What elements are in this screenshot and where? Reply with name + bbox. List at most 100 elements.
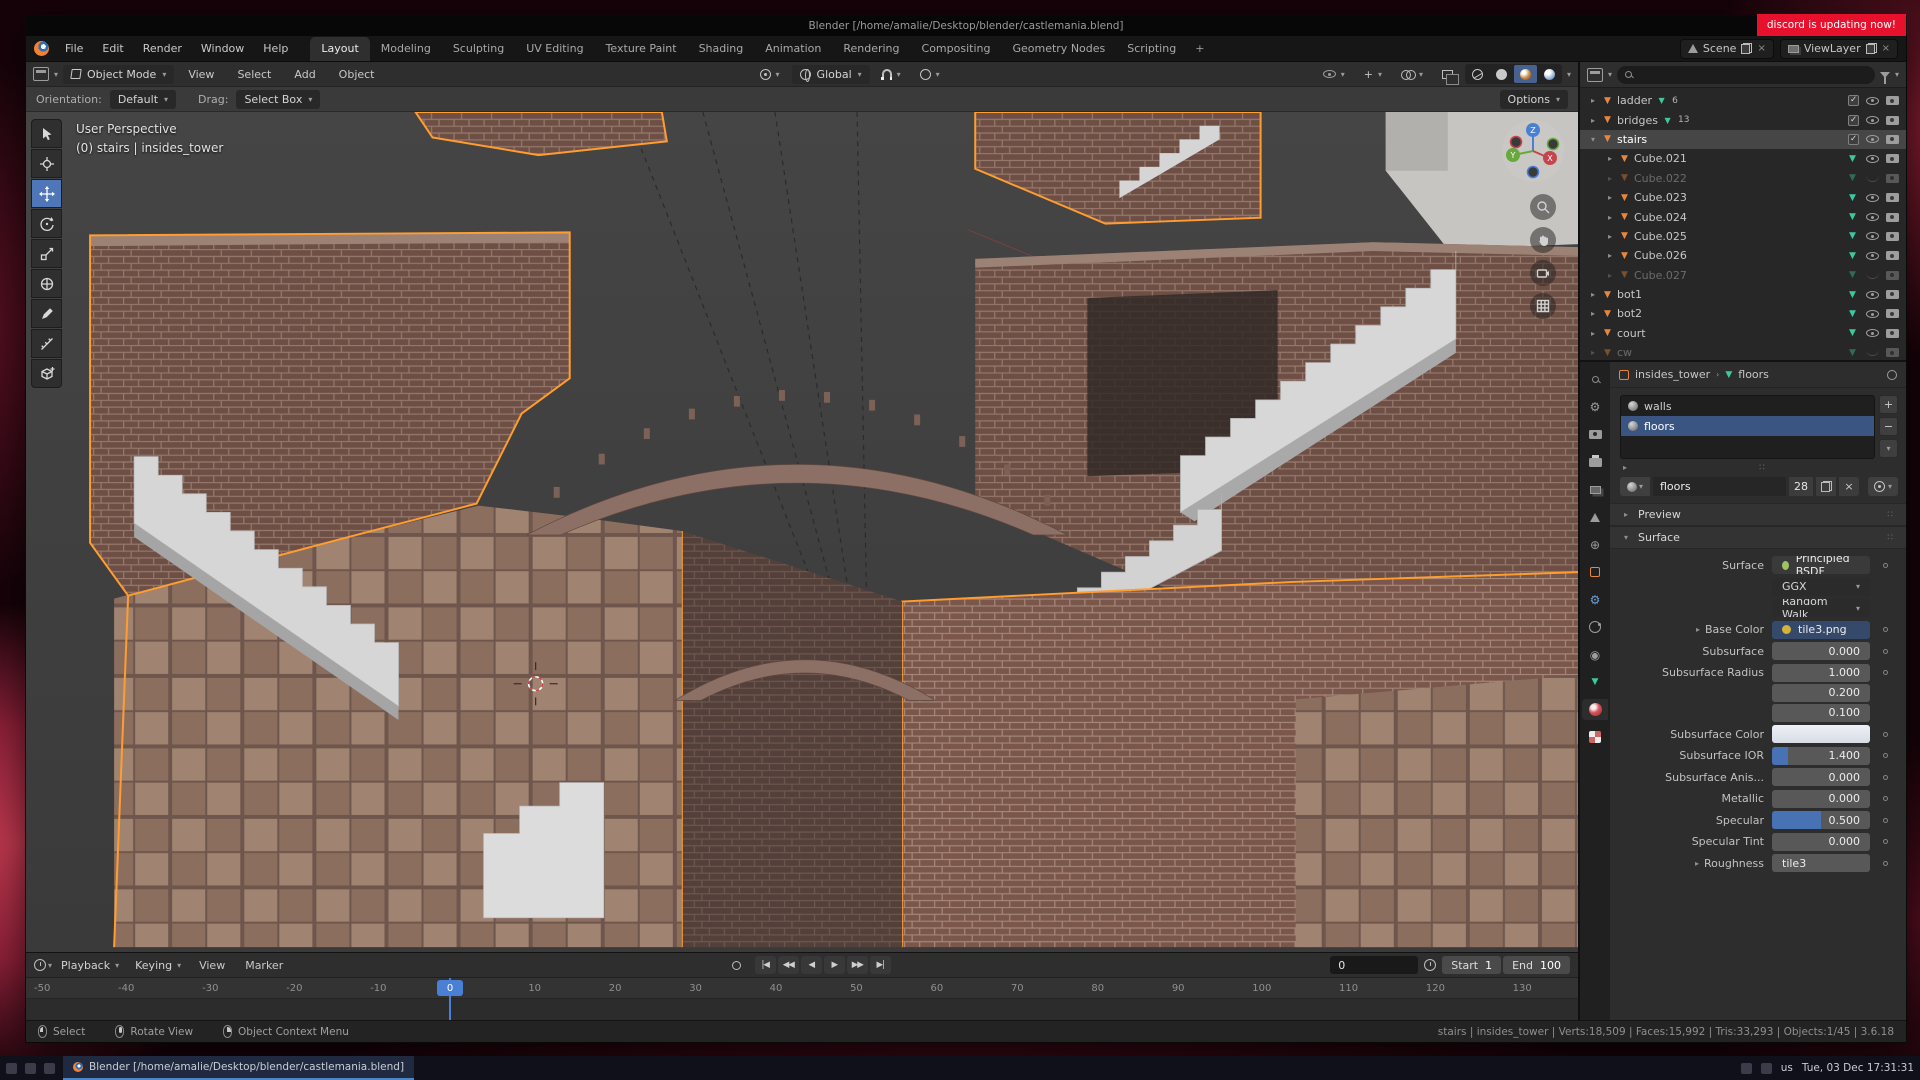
drag-setting-dropdown[interactable]: Select Box▾	[236, 90, 320, 109]
decorator-dot[interactable]	[1883, 839, 1888, 844]
object-visibility-button[interactable]: ▾	[1316, 65, 1352, 84]
workspace-tab-texture-paint[interactable]: Texture Paint	[595, 37, 688, 61]
outliner-row-bridges[interactable]: ▸ ▼ bridges ▼ 13 ✓	[1580, 110, 1906, 129]
decorator-dot[interactable]	[1883, 563, 1888, 568]
tool-annotate[interactable]	[31, 299, 62, 328]
remove-viewlayer-icon[interactable]: ×	[1882, 43, 1890, 54]
outliner-row-cw[interactable]: ▸ ▼ cw ▼	[1580, 343, 1906, 360]
timeline-view-menu[interactable]: View	[190, 955, 234, 976]
disable-render-icon[interactable]	[1886, 251, 1899, 260]
window-titlebar[interactable]: Blender [/home/amalie/Desktop/blender/ca…	[26, 16, 1906, 36]
pin-icon[interactable]	[1887, 370, 1897, 380]
disclosure-icon[interactable]: ▸	[1605, 174, 1615, 183]
breadcrumb-object[interactable]: insides_tower	[1635, 368, 1710, 381]
keying-menu[interactable]: Keying▾	[128, 956, 188, 975]
hide-eye-icon[interactable]	[1866, 97, 1879, 105]
camera-view-button[interactable]	[1530, 260, 1556, 286]
disclosure-icon[interactable]: ▸	[1605, 213, 1615, 222]
tool-select-box[interactable]	[31, 119, 62, 148]
tab-constraint-properties[interactable]: ◉	[1582, 644, 1608, 665]
material-users-button[interactable]: 28	[1789, 477, 1813, 496]
workspace-tab-animation[interactable]: Animation	[754, 37, 832, 61]
workspace-tab-sculpting[interactable]: Sculpting	[442, 37, 515, 61]
taskbar-app-icon[interactable]	[44, 1063, 55, 1074]
breadcrumb-data[interactable]: floors	[1738, 368, 1769, 381]
shader-button[interactable]: Principled BSDF	[1772, 556, 1870, 574]
workspace-tab-scripting[interactable]: Scripting	[1116, 37, 1187, 61]
outliner-row-cube021[interactable]: ▸ ▼ Cube.021 ▼	[1580, 149, 1906, 168]
hide-eye-icon[interactable]	[1866, 116, 1879, 124]
tab-material-properties[interactable]	[1582, 699, 1608, 720]
disable-render-icon[interactable]	[1886, 329, 1899, 338]
snap-button[interactable]: ▾	[875, 65, 908, 84]
disclosure-icon[interactable]: ▸	[1588, 290, 1598, 299]
hide-eye-closed-icon[interactable]	[1866, 272, 1879, 279]
workspace-tab-geometry-nodes[interactable]: Geometry Nodes	[1001, 37, 1116, 61]
disclosure-icon[interactable]: ▸	[1588, 329, 1598, 338]
disable-render-icon[interactable]	[1886, 309, 1899, 318]
timeline-editor-chevron-icon[interactable]: ▾	[48, 961, 52, 970]
workspace-tab-compositing[interactable]: Compositing	[911, 37, 1002, 61]
previous-keyframe-button[interactable]: ◀◀	[778, 956, 799, 974]
jump-to-end-button[interactable]: ▶|	[870, 956, 891, 974]
transform-orientation-dropdown[interactable]: Global ▾	[792, 65, 870, 84]
shading-dropdown-icon[interactable]: ▾	[1567, 70, 1571, 79]
show-gizmo-button[interactable]: +▾	[1357, 65, 1389, 84]
gizmo-z-axis[interactable]: Z	[1530, 126, 1536, 135]
viewport-canvas[interactable]: User Perspective (0) stairs | insides_to…	[26, 112, 1578, 952]
pan-button[interactable]	[1530, 227, 1556, 253]
shading-solid-button[interactable]	[1490, 65, 1513, 83]
specular-slider[interactable]: 0.500	[1772, 811, 1870, 829]
decorator-dot[interactable]	[1883, 649, 1888, 654]
menu-window[interactable]: Window	[192, 38, 253, 59]
properties-search-tab[interactable]	[1582, 369, 1608, 390]
base-color-texture-field[interactable]: tile3.png	[1772, 621, 1870, 639]
metallic-slider[interactable]: 0.000	[1772, 790, 1870, 808]
hide-eye-icon[interactable]	[1866, 155, 1879, 163]
editor-type-chevron-icon[interactable]: ▾	[54, 70, 58, 79]
disclosure-icon[interactable]: ▸	[1588, 348, 1598, 357]
tool-measure[interactable]	[31, 329, 62, 358]
gizmo-y-axis[interactable]: Y	[1510, 151, 1516, 160]
tool-rotate[interactable]	[31, 209, 62, 238]
subsurface-ior-slider[interactable]: 1.400	[1772, 747, 1870, 765]
decorator-dot[interactable]	[1883, 818, 1888, 823]
sss-method-dropdown[interactable]: Random Walk▾	[1772, 599, 1870, 617]
viewport-menu-select[interactable]: Select	[228, 64, 280, 85]
new-viewlayer-icon[interactable]	[1866, 43, 1877, 54]
frame-end-field[interactable]: End100	[1503, 956, 1570, 974]
outliner-row-cube026[interactable]: ▸ ▼ Cube.026 ▼	[1580, 246, 1906, 265]
tool-add-cube[interactable]	[31, 359, 62, 388]
disclosure-icon[interactable]: ▸	[1588, 96, 1598, 105]
navigation-gizmo[interactable]: Z Y X	[1500, 118, 1566, 184]
tab-modifier-properties[interactable]: ⚙	[1582, 589, 1608, 610]
timeline-marker-menu[interactable]: Marker	[236, 955, 292, 976]
subsurface-anisotropy-slider[interactable]: 0.000	[1772, 768, 1870, 786]
hide-eye-icon[interactable]	[1866, 329, 1879, 337]
outliner-search-input[interactable]	[1617, 66, 1875, 84]
subsurface-radius-z[interactable]: 0.100	[1772, 704, 1870, 722]
decorator-dot[interactable]	[1883, 732, 1888, 737]
new-scene-icon[interactable]	[1741, 43, 1752, 54]
disclosure-icon[interactable]: ▸	[1605, 232, 1615, 241]
disable-render-icon[interactable]	[1886, 232, 1899, 241]
tab-physics-properties[interactable]	[1582, 617, 1608, 638]
subsurface-color-swatch[interactable]	[1772, 725, 1870, 743]
transform-pivot-button[interactable]: ▾	[753, 65, 787, 84]
outliner-row-bot1[interactable]: ▸ ▼ bot1 ▼	[1580, 285, 1906, 304]
tab-scene-properties[interactable]	[1582, 507, 1608, 528]
workspace-tab-uv-editing[interactable]: UV Editing	[515, 37, 594, 61]
tab-tool[interactable]: ⚙	[1582, 397, 1608, 418]
disclosure-icon[interactable]: ▸	[1605, 193, 1615, 202]
remove-slot-button[interactable]: −	[1879, 417, 1898, 436]
preview-section-header[interactable]: ▸ Preview ∷	[1610, 503, 1906, 526]
expand-icon[interactable]: ▸	[1696, 625, 1700, 634]
timeline-ruler[interactable]: -50 -40 -30 -20 -10 0 10 20 30 40 50 60 …	[26, 978, 1578, 999]
shading-rendered-button[interactable]	[1538, 65, 1561, 83]
specular-tint-slider[interactable]: 0.000	[1772, 833, 1870, 851]
wall-center[interactable]	[682, 531, 902, 947]
blender-logo-icon[interactable]	[34, 41, 49, 56]
hide-eye-icon[interactable]	[1866, 135, 1879, 143]
options-dropdown[interactable]: Options▾	[1500, 90, 1568, 109]
decorator-dot[interactable]	[1883, 861, 1888, 866]
